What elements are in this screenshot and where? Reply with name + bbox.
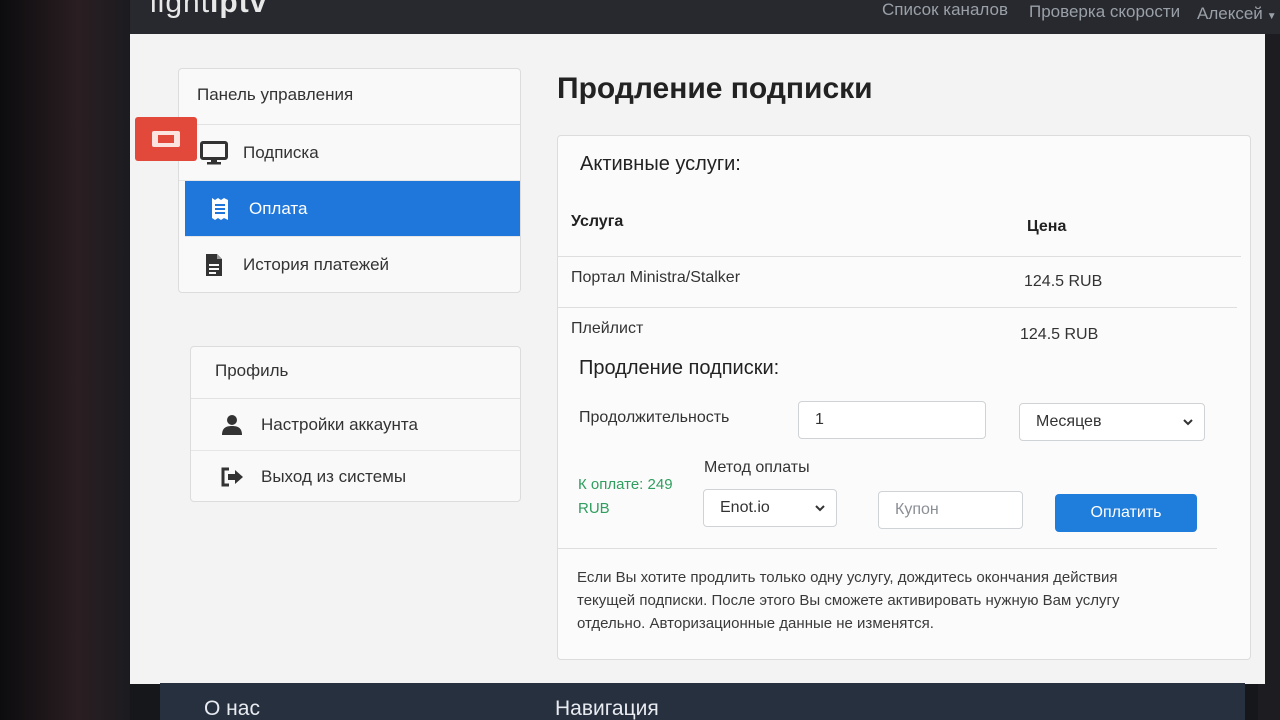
sidebar-item-label: Подписка <box>243 142 319 162</box>
sidebar-item-payment[interactable]: Оплата <box>185 181 520 237</box>
table-divider <box>557 256 1241 257</box>
logo-bold-text: iptv <box>210 0 268 19</box>
section-divider <box>557 548 1217 549</box>
logo-light-text: light <box>150 0 211 19</box>
control-panel-title: Панель управления <box>179 69 520 125</box>
sidebar-item-label: Выход из системы <box>261 467 407 486</box>
sign-out-icon <box>217 465 247 489</box>
payment-method-label: Метод оплаты <box>704 459 810 476</box>
sidebar-item-subscription[interactable]: Подписка <box>179 125 520 181</box>
duration-label: Продолжительность <box>579 409 730 426</box>
period-select-value: Месяцев <box>1036 413 1102 430</box>
monitor-icon <box>199 140 229 165</box>
screen-bezel-left <box>0 0 130 720</box>
user-icon <box>217 413 247 437</box>
payment-method-select[interactable]: Enot.io <box>703 489 837 527</box>
column-header-price: Цена <box>1027 218 1067 235</box>
pay-button[interactable]: Оплатить <box>1055 494 1197 532</box>
renewal-title: Продление подписки: <box>579 357 780 379</box>
renewal-note: Если Вы хотите продлить только одну услу… <box>577 569 1120 632</box>
coupon-input[interactable]: Купон <box>878 491 1023 529</box>
payment-method-value: Enot.io <box>720 499 770 516</box>
ticket-icon <box>152 131 180 147</box>
footer-navigation-heading: Навигация <box>555 697 659 720</box>
service-price: 124.5 RUB <box>1024 273 1103 290</box>
sidebar-item-label: История платежей <box>243 255 390 274</box>
page-title: Продление подписки <box>557 72 873 105</box>
site-logo[interactable]: lightiptv <box>150 0 267 20</box>
service-name: Плейлист <box>571 320 644 337</box>
footer-about-heading: О нас <box>204 697 260 720</box>
total-amount: К оплате: 249 RUB <box>578 476 673 517</box>
duration-input[interactable]: 1 <box>798 401 986 439</box>
document-icon <box>199 253 229 277</box>
active-services-title: Активные услуги: <box>580 153 741 175</box>
sidebar-item-label: Настройки аккаунта <box>261 414 418 434</box>
nav-channel-list[interactable]: Список каналов <box>882 0 1008 20</box>
sidebar-item-payment-history[interactable]: История платежей <box>179 237 520 293</box>
caret-down-icon: ▼ <box>1266 11 1277 22</box>
receipt-icon <box>205 197 235 221</box>
period-select[interactable]: Месяцев <box>1019 403 1205 441</box>
service-name: Портал Ministra/Stalker <box>571 269 741 286</box>
profile-card: Профиль Настройки аккаунта Выход из сист… <box>190 346 521 502</box>
profile-title: Профиль <box>191 347 520 399</box>
nav-speed-test[interactable]: Проверка скорости <box>1029 2 1180 22</box>
sidebar-item-account-settings[interactable]: Настройки аккаунта <box>191 399 520 451</box>
nav-user-menu[interactable]: Алексей ▼ <box>1197 4 1277 24</box>
ticket-tab-button[interactable] <box>135 117 197 161</box>
page-footer <box>160 683 1245 720</box>
service-price: 124.5 RUB <box>1020 326 1099 343</box>
sidebar-item-logout[interactable]: Выход из системы <box>191 451 520 503</box>
control-panel-card: Панель управления Подписка Оплата Истори… <box>178 68 521 293</box>
column-header-service: Услуга <box>571 213 624 230</box>
chevron-down-icon <box>1183 419 1193 426</box>
user-name: Алексей <box>1197 4 1263 23</box>
table-divider <box>557 307 1237 308</box>
sidebar-item-label: Оплата <box>249 198 308 218</box>
chevron-down-icon <box>815 505 825 512</box>
